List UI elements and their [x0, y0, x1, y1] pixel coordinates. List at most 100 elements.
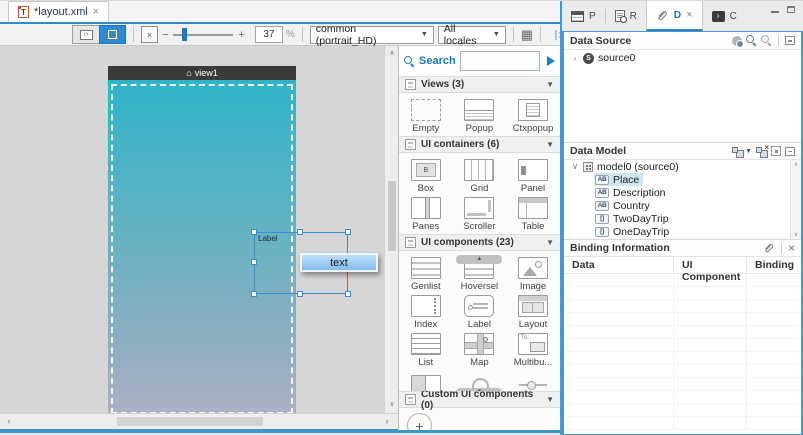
close-icon[interactable]: ×	[788, 243, 795, 253]
palette-item-index[interactable]: Index	[399, 292, 453, 330]
search-source-icon[interactable]	[761, 35, 772, 46]
tree-item-source0[interactable]: › S source0	[564, 50, 801, 66]
paperclip-icon[interactable]	[763, 242, 775, 254]
palette-item-grid[interactable]: Grid	[453, 156, 507, 194]
palette-item-scroller[interactable]: Scroller	[453, 194, 507, 232]
zoom-input[interactable]	[255, 26, 283, 43]
panel-tab-console[interactable]: › C	[703, 1, 746, 31]
palette-item-popup[interactable]: Popup	[453, 96, 507, 134]
column-header-ui-component[interactable]: UI Component	[674, 257, 747, 273]
fit-to-screen-button[interactable]: ×	[141, 26, 158, 43]
palette-item-label[interactable]: Label	[453, 292, 507, 330]
panel-tab-data-binding[interactable]: D ×	[646, 1, 703, 31]
panel-tab-properties[interactable]: P	[562, 1, 605, 31]
field-label[interactable]: TwoDayTrip	[613, 213, 669, 225]
tab-close-icon[interactable]: ×	[93, 6, 99, 18]
collapse-arrow-icon[interactable]: ∨	[571, 161, 579, 172]
palette-scroll-up-icon[interactable]: ▲	[456, 255, 502, 264]
add-custom-component-button[interactable]: +	[407, 413, 432, 430]
resize-handle-top-left[interactable]	[251, 229, 257, 235]
palette-item-table[interactable]: Table	[506, 194, 560, 232]
tree-item-description[interactable]: AB Description	[564, 186, 801, 199]
locales-dropdown[interactable]: All locales ▼	[438, 26, 506, 44]
vertical-scroll-thumb[interactable]	[388, 181, 396, 251]
column-header-binding[interactable]: Binding	[747, 257, 801, 273]
palette-item-partial-1[interactable]	[399, 372, 453, 391]
field-label[interactable]: OneDayTrip	[613, 226, 669, 238]
tree-item-twodaytrip[interactable]: [] TwoDayTrip	[564, 212, 801, 225]
field-label[interactable]: Description	[613, 187, 666, 199]
zoom-slider-track[interactable]	[173, 34, 233, 36]
section-header-components[interactable]: UI components (23) ▼	[399, 234, 560, 251]
palette-item-genlist[interactable]: Genlist	[399, 254, 453, 292]
scroll-right-icon[interactable]: ›	[380, 414, 394, 430]
field-label[interactable]: Place	[613, 174, 639, 186]
collapse-caret-icon[interactable]: ▼	[546, 238, 554, 247]
palette-item-image[interactable]: Image	[506, 254, 560, 292]
collapse-all-icon[interactable]	[785, 36, 795, 45]
resize-handle-mid-left[interactable]	[251, 259, 257, 265]
resolution-dropdown[interactable]: common (portrait_HD) ▼	[310, 26, 434, 44]
label-component-text[interactable]: Label	[258, 234, 278, 243]
palette-item-empty[interactable]: Empty	[399, 96, 453, 134]
palette-item-box[interactable]: Box	[399, 156, 453, 194]
scroll-up-icon[interactable]: ∧	[791, 161, 801, 168]
panel-tab-resources[interactable]: R	[606, 1, 646, 31]
palette-item-list[interactable]: List	[399, 330, 453, 368]
model-label[interactable]: model0 (source0)	[597, 161, 679, 173]
canvas-vertical-scrollbar[interactable]: ∧ ∨	[384, 46, 398, 413]
resize-handle-bottom-right[interactable]	[345, 291, 351, 297]
grid-settings-button[interactable]: ▦	[521, 28, 533, 41]
palette-item-partial-2[interactable]: ▼	[453, 372, 507, 391]
palette-item-panel[interactable]: Panel	[506, 156, 560, 194]
tree-item-place[interactable]: AB Place	[564, 173, 801, 186]
field-label[interactable]: Country	[613, 200, 650, 212]
add-search-source-icon[interactable]	[746, 35, 757, 46]
tab-close-icon[interactable]: ×	[686, 9, 692, 21]
resize-handle-top-right[interactable]	[345, 229, 351, 235]
resize-handle-bottom-left[interactable]	[251, 291, 257, 297]
column-header-data[interactable]: Data	[564, 257, 674, 273]
remove-model-icon[interactable]	[756, 147, 767, 156]
search-run-icon[interactable]	[547, 56, 555, 66]
zoom-slider-thumb[interactable]	[182, 28, 187, 41]
restore-icon[interactable]	[787, 6, 795, 13]
resize-handle-bottom-center[interactable]	[297, 291, 303, 297]
palette-item-multibutton[interactable]: Multibu...	[506, 330, 560, 368]
palette-item-map[interactable]: Map	[453, 330, 507, 368]
palette-item-ctxpopup[interactable]: Ctxpopup	[506, 96, 560, 134]
code-view-button[interactable]: ‹›	[72, 25, 99, 44]
expand-all-icon[interactable]	[771, 146, 781, 156]
zoom-in-icon[interactable]: +	[238, 29, 244, 41]
tab-layout-xml[interactable]: T *layout.xml ×	[8, 1, 109, 22]
chevron-down-icon[interactable]: ▼	[745, 148, 752, 155]
horizontal-scroll-thumb[interactable]	[117, 417, 263, 426]
section-header-custom[interactable]: Custom UI components (0) ▼	[399, 391, 560, 408]
palette-scroll-down-icon[interactable]: ▼	[456, 388, 502, 391]
tree-item-model0[interactable]: ∨ model0 (source0)	[564, 160, 801, 173]
minimize-icon[interactable]	[771, 6, 779, 13]
add-data-source-icon[interactable]	[732, 36, 742, 46]
section-header-views[interactable]: Views (3) ▼	[399, 76, 560, 93]
design-view-button[interactable]	[99, 25, 126, 44]
collapse-caret-icon[interactable]: ▼	[546, 140, 554, 149]
palette-item-layout[interactable]: Layout	[506, 292, 560, 330]
add-model-icon[interactable]	[732, 147, 743, 156]
scroll-up-icon[interactable]: ∧	[385, 48, 399, 60]
palette-item-hoversel[interactable]: ▲ Hoversel	[453, 254, 507, 292]
model-tree-scrollbar[interactable]: ∧ ∨	[790, 160, 801, 239]
palette-item-panes[interactable]: Panes	[399, 194, 453, 232]
collapse-all-icon[interactable]	[785, 147, 795, 156]
scroll-left-icon[interactable]: ‹	[2, 414, 16, 430]
search-input[interactable]	[460, 51, 540, 71]
collapse-caret-icon[interactable]: ▼	[546, 80, 554, 89]
expand-arrow-icon[interactable]: ›	[571, 53, 579, 63]
design-canvas[interactable]: ⌂ view1 Label	[0, 46, 384, 413]
resize-handle-top-center[interactable]	[297, 229, 303, 235]
tree-item-country[interactable]: AB Country	[564, 199, 801, 212]
view-screen[interactable]: Label text	[108, 80, 296, 413]
scroll-down-icon[interactable]: ∨	[791, 231, 801, 238]
zoom-out-icon[interactable]: −	[162, 29, 168, 41]
collapse-caret-icon[interactable]: ▼	[546, 395, 554, 404]
scroll-down-icon[interactable]: ∨	[385, 399, 399, 411]
